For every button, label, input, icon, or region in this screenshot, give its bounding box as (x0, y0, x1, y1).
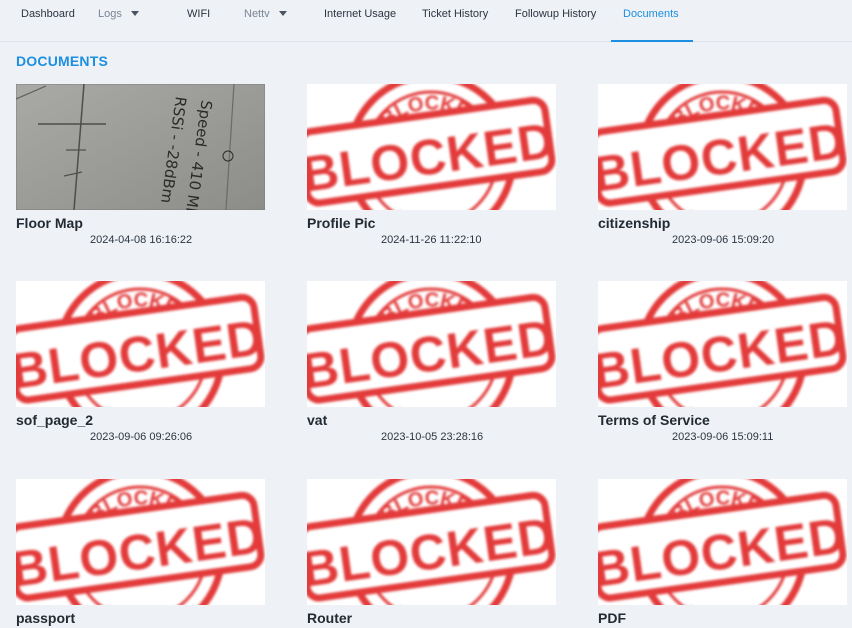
caret-down-icon (130, 11, 139, 16)
top-nav: Dashboard Logs WIFI Nettv Internet Usage… (0, 0, 852, 42)
document-thumbnail[interactable] (16, 479, 265, 605)
document-thumbnail[interactable] (307, 84, 556, 210)
document-name: vat (307, 412, 328, 428)
document-name: Terms of Service (598, 412, 710, 428)
document-thumbnail[interactable] (307, 479, 556, 605)
tab-label: Internet Usage (324, 8, 397, 20)
document-thumbnail[interactable] (598, 84, 847, 210)
blocked-stamp-image (307, 84, 556, 210)
document-date: 2024-04-08 16:16:22 (90, 234, 193, 246)
document-name: citizenship (598, 215, 671, 231)
document-thumbnail[interactable] (307, 281, 556, 407)
blocked-stamp-image (16, 479, 265, 605)
document-thumbnail[interactable] (598, 281, 847, 407)
blocked-stamp-image (307, 479, 556, 605)
tab-followup-history[interactable]: Followup History (515, 0, 596, 42)
floor-map-photo: RSSi - -28dBm Speed - 410 Mbps (16, 84, 265, 210)
section-title: DOCUMENTS (16, 53, 109, 69)
blocked-stamp-image (598, 479, 847, 605)
tab-label: WIFI (187, 8, 211, 20)
tab-label: Nettv (244, 8, 270, 20)
blocked-stamp-image (598, 281, 847, 407)
blocked-stamp-image (16, 281, 265, 407)
document-name: Profile Pic (307, 215, 376, 231)
document-date: 2024-11-26 11:22:10 (381, 234, 482, 246)
caret-down-icon (278, 11, 287, 16)
tab-label: Ticket History (422, 8, 489, 20)
tab-logs[interactable]: Logs (98, 0, 139, 42)
document-name: sof_page_2 (16, 412, 94, 428)
blocked-stamp-image (598, 84, 847, 210)
tab-nettv[interactable]: Nettv (244, 0, 287, 42)
document-date: 2023-09-06 15:09:20 (672, 234, 775, 246)
document-date: 2023-10-05 23:28:16 (381, 431, 484, 443)
tab-label: Documents (623, 8, 679, 20)
document-name: Router (307, 610, 353, 626)
document-date: 2023-09-06 09:26:06 (90, 431, 193, 443)
tab-dashboard[interactable]: Dashboard (21, 0, 75, 42)
document-thumbnail[interactable] (598, 479, 847, 605)
tab-label: Logs (98, 8, 122, 20)
document-thumbnail[interactable]: RSSi - -28dBm Speed - 410 Mbps (16, 84, 265, 210)
tab-label: Followup History (515, 8, 597, 20)
tab-wifi[interactable]: WIFI (187, 0, 210, 42)
document-name: passport (16, 610, 76, 626)
tab-ticket-history[interactable]: Ticket History (422, 0, 488, 42)
blocked-stamp-image (307, 281, 556, 407)
document-name: PDF (598, 610, 626, 626)
tab-documents[interactable]: Documents (611, 0, 693, 42)
tab-internet-usage[interactable]: Internet Usage (324, 0, 396, 42)
document-date: 2023-09-06 15:09:11 (672, 431, 774, 443)
document-thumbnail[interactable] (16, 281, 265, 407)
tab-label: Dashboard (21, 8, 75, 20)
document-name: Floor Map (16, 215, 83, 231)
